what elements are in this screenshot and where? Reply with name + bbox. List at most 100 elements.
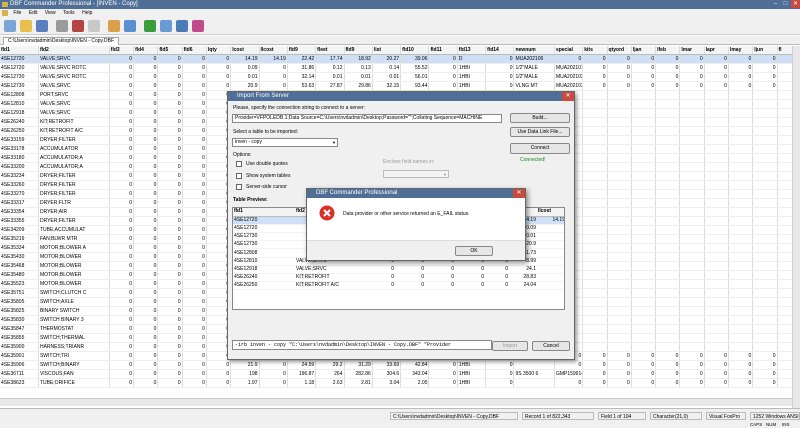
table-cell[interactable] — [582, 162, 608, 173]
table-cell[interactable]: 0 — [157, 144, 183, 155]
ok-button[interactable]: OK — [455, 246, 493, 256]
table-cell[interactable]: 0 — [133, 234, 159, 245]
preview-cell[interactable] — [537, 248, 564, 258]
table-cell[interactable] — [752, 108, 778, 119]
table-cell[interactable] — [704, 171, 729, 182]
table-cell[interactable]: 0 — [109, 171, 135, 182]
table-cell[interactable]: 0 — [182, 261, 207, 272]
table-cell[interactable]: 0 — [157, 216, 183, 227]
table-cell[interactable]: 31.86 — [287, 63, 317, 74]
table-cell[interactable] — [704, 243, 729, 254]
preview-cell[interactable]: 0 — [425, 273, 455, 283]
table-cell[interactable]: 0 — [607, 360, 632, 371]
table-cell[interactable]: VALVE;SRVC — [38, 99, 110, 110]
table-cell[interactable]: 0 — [109, 279, 135, 290]
column-header[interactable]: fld1 — [0, 46, 39, 56]
table-cell[interactable]: 0 — [157, 189, 183, 200]
table-cell[interactable] — [728, 90, 754, 101]
table-cell[interactable] — [679, 261, 705, 272]
table-cell[interactable]: MOTOR;BLOWER — [38, 261, 110, 272]
table-cell[interactable]: 0 — [157, 81, 183, 92]
table-cell[interactable]: 0 — [109, 306, 135, 317]
table-cell[interactable] — [728, 315, 754, 326]
print-icon[interactable] — [56, 20, 68, 32]
table-cell[interactable]: 0 — [133, 324, 159, 335]
table-cell[interactable] — [631, 333, 657, 344]
table-cell[interactable] — [631, 261, 657, 272]
table-cell[interactable]: 282.86 — [344, 369, 373, 380]
table-cell[interactable]: 0 — [485, 54, 515, 65]
table-cell[interactable] — [704, 306, 729, 317]
table-cell[interactable] — [728, 135, 754, 146]
table-cell[interactable] — [655, 261, 681, 272]
table-cell[interactable]: HARNESS;TRIANR — [38, 342, 110, 353]
table-cell[interactable]: BINARY SWITCH — [38, 306, 110, 317]
preview-cell[interactable] — [537, 257, 564, 266]
table-cell[interactable] — [607, 243, 632, 254]
table-cell[interactable]: 0 — [704, 360, 729, 371]
table-cell[interactable]: 0 — [157, 243, 183, 254]
table-cell[interactable]: 196.87 — [287, 369, 317, 380]
table-cell[interactable]: 0 — [679, 369, 705, 380]
table-cell[interactable]: 0 — [133, 135, 159, 146]
table-cell[interactable]: 0 — [109, 378, 135, 389]
table-cell[interactable]: 0 — [109, 288, 135, 299]
table-cell[interactable]: 0 — [133, 81, 159, 92]
table-cell[interactable]: 33.69 — [372, 360, 402, 371]
table-cell[interactable] — [728, 171, 754, 182]
table-cell[interactable] — [679, 171, 705, 182]
table-cell[interactable]: 0 — [109, 360, 135, 371]
table-cell[interactable] — [631, 207, 657, 218]
table-cell[interactable]: 0 — [157, 351, 183, 362]
table-cell[interactable]: 0 — [133, 153, 159, 164]
table-cell[interactable]: 0 — [182, 369, 207, 380]
table-cell[interactable] — [704, 261, 729, 272]
table-cell[interactable] — [582, 180, 608, 191]
table-cell[interactable]: 0 — [206, 369, 232, 380]
table-cell[interactable] — [607, 216, 632, 227]
table-cell[interactable] — [582, 243, 608, 254]
table-cell[interactable]: 0 — [182, 99, 207, 110]
table-cell[interactable]: TUBE;ACCUMULAT — [38, 225, 110, 236]
preview-column-header[interactable]: fld1 — [233, 208, 295, 217]
table-cell[interactable]: 4SE35805 — [0, 297, 39, 308]
table-cell[interactable]: DRYER;AIR — [38, 207, 110, 218]
table-cell[interactable] — [582, 144, 608, 155]
table-cell[interactable]: 4SE35847 — [0, 324, 39, 335]
cancel-button[interactable]: Cancel — [532, 341, 570, 351]
table-cell[interactable]: SWITCH;THERMAL — [38, 333, 110, 344]
table-cell[interactable]: 4SE12730 — [0, 81, 39, 92]
table-cell[interactable] — [582, 279, 608, 290]
table-cell[interactable] — [582, 198, 608, 209]
table-cell[interactable] — [655, 306, 681, 317]
table-cell[interactable]: 0 — [655, 351, 681, 362]
table-cell[interactable]: 343.04 — [400, 369, 430, 380]
table-cell[interactable]: 0 — [631, 351, 657, 362]
table-cell[interactable] — [752, 333, 778, 344]
table-cell[interactable] — [752, 306, 778, 317]
open-folder-icon[interactable] — [20, 20, 32, 32]
table-cell[interactable]: 0 — [133, 144, 159, 155]
table-cell[interactable]: 0 — [728, 351, 754, 362]
table-cell[interactable]: 0 — [607, 378, 632, 389]
table-cell[interactable]: 4SE33354 — [0, 207, 39, 218]
table-cell[interactable]: 4SE35219 — [0, 234, 39, 245]
table-cell[interactable] — [728, 180, 754, 191]
table-cell[interactable] — [752, 261, 778, 272]
table-cell[interactable]: 0 — [133, 333, 159, 344]
table-cell[interactable]: 0 — [109, 198, 135, 209]
table-cell[interactable]: 0 — [109, 153, 135, 164]
table-cell[interactable]: 0 — [133, 360, 159, 371]
table-cell[interactable]: MUA202101 — [554, 63, 584, 74]
table-cell[interactable]: 0 — [259, 81, 288, 92]
table-cell[interactable]: 1HBI — [457, 360, 487, 371]
table-cell[interactable] — [728, 117, 754, 128]
table-cell[interactable] — [607, 126, 632, 137]
import-close-button[interactable]: ✕ — [562, 92, 574, 101]
table-cell[interactable]: ACCUMULATOR — [38, 144, 110, 155]
table-cell[interactable] — [607, 90, 632, 101]
table-cell[interactable]: 0 — [109, 351, 135, 362]
table-cell[interactable]: 0 — [631, 63, 657, 74]
table-cell[interactable] — [607, 270, 632, 281]
table-cell[interactable] — [655, 162, 681, 173]
